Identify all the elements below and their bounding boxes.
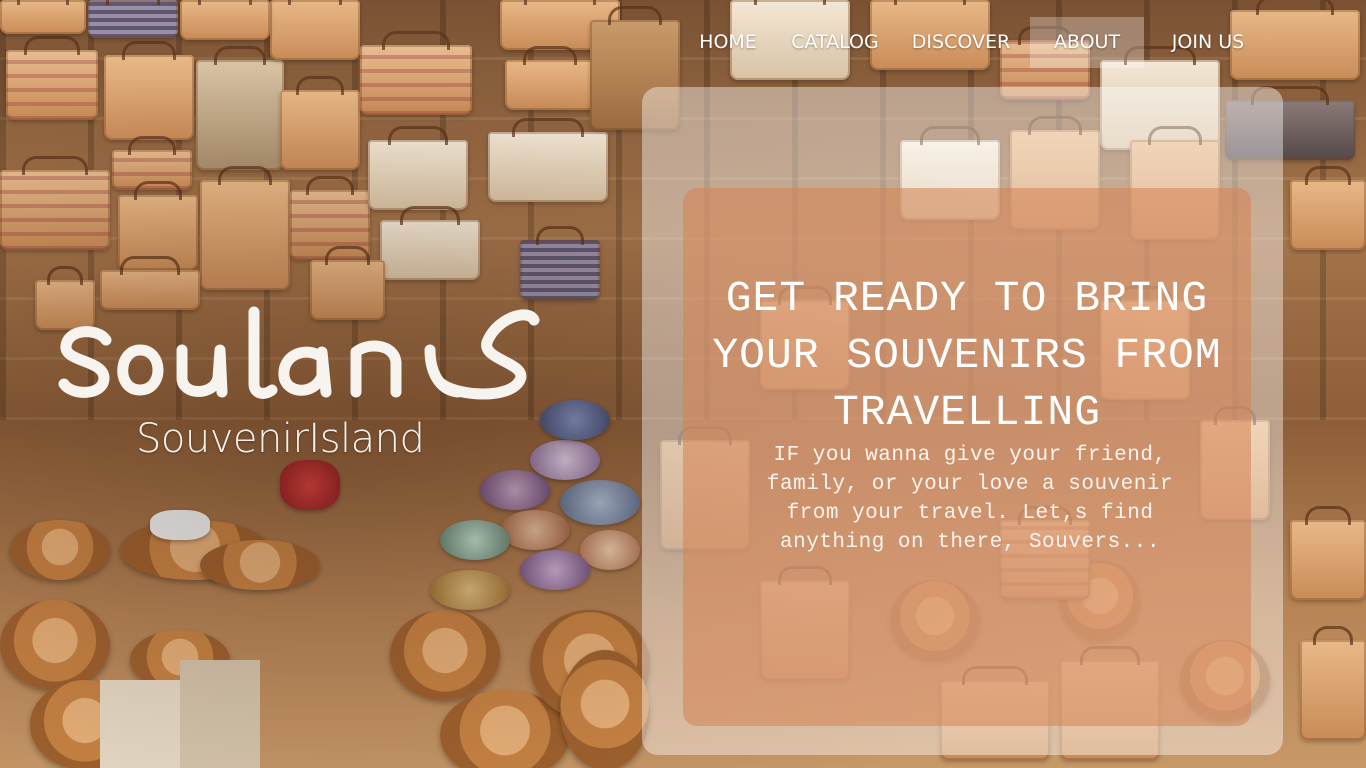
- nav-about[interactable]: ABOUT: [1030, 17, 1144, 68]
- logo-wordmark: [58, 306, 540, 400]
- brand-logo[interactable]: SouvenirIsland: [58, 300, 548, 470]
- hero-headline: GET READY TO BRING YOUR SOUVENIRS FROM T…: [712, 274, 1222, 437]
- brand-subtitle: SouvenirIsland: [136, 416, 425, 462]
- nav-home[interactable]: HOME: [690, 17, 766, 68]
- main-nav: HOME CATALOG DISCOVER ABOUT JOIN US: [690, 17, 1260, 68]
- hero-intro-text: IF you wanna give your friend, family, o…: [766, 444, 1174, 554]
- nav-catalog[interactable]: CATALOG: [780, 17, 890, 68]
- nav-discover[interactable]: DISCOVER: [902, 17, 1020, 68]
- nav-join-us[interactable]: JOIN US: [1156, 17, 1260, 68]
